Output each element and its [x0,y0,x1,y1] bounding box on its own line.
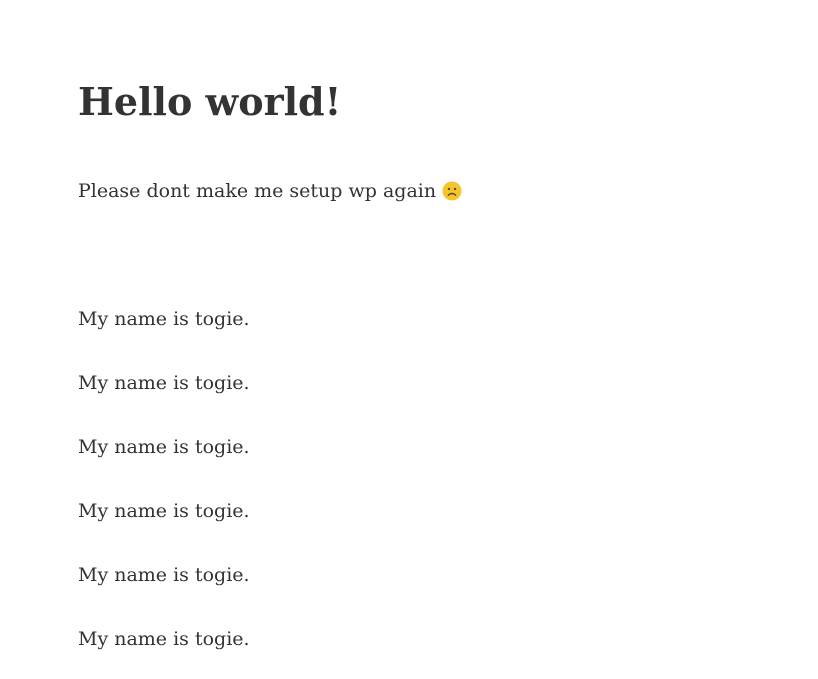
post-line: My name is togie. [78,308,250,330]
post-line: My name is togie. [78,564,250,586]
post-page: Hello world! Please dont make me setup w… [0,0,818,679]
post-title: Hello world! [78,79,342,124]
post-intro: Please dont make me setup wp again [78,178,462,204]
sad-face-icon [442,181,462,201]
post-line: My name is togie. [78,372,250,394]
post-line: My name is togie. [78,628,250,650]
post-line: My name is togie. [78,436,250,458]
post-line: My name is togie. [78,500,250,522]
intro-text: Please dont make me setup wp again [78,180,437,202]
